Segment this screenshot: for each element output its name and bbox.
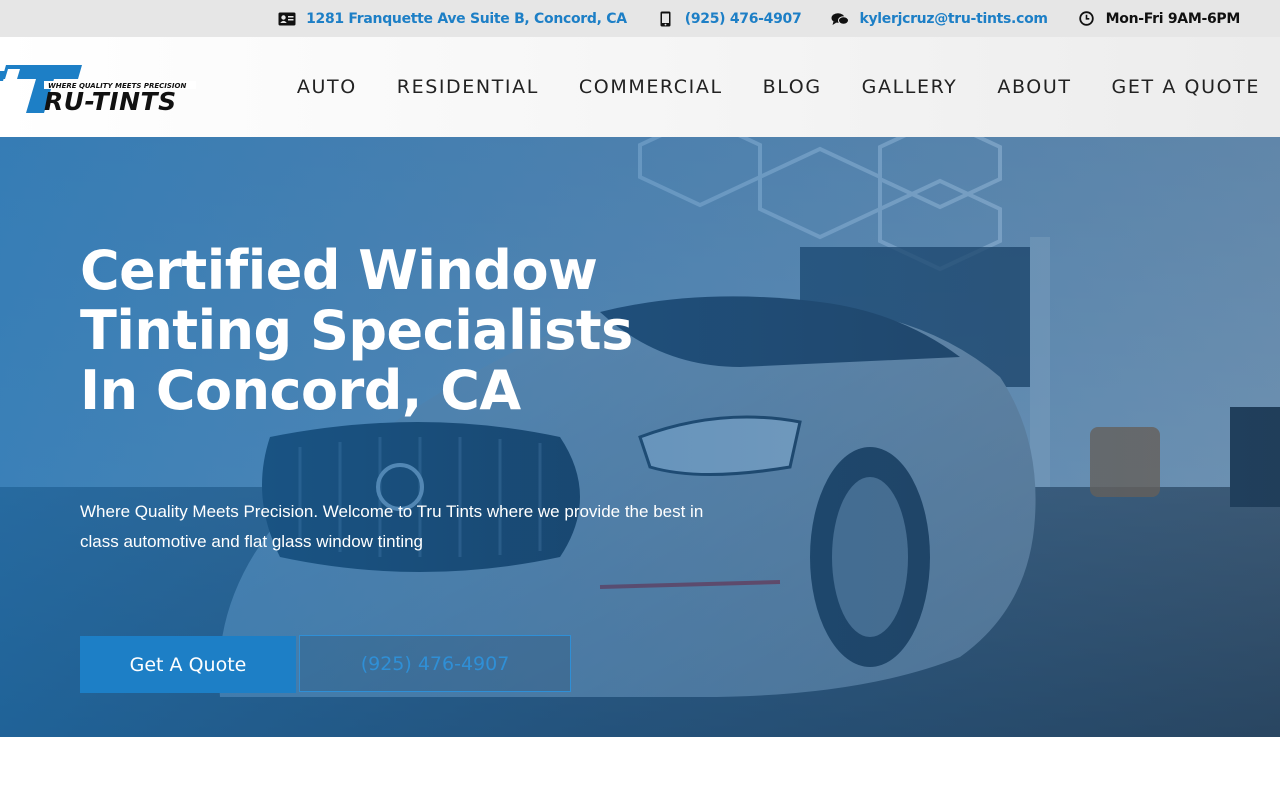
nav-item-residential[interactable]: RESIDENTIAL [397,76,539,98]
clock-icon [1078,10,1096,28]
hero-title-line-3: In Concord, CA [80,359,521,422]
hero-title-line-1: Certified Window [80,239,598,302]
site-header: WHERE QUALITY MEETS PRECISION RU-TINTS A… [0,37,1280,137]
email-info[interactable]: kylerjcruz@tru-tints.com [831,10,1048,28]
hero-title-line-2: Tinting Specialists [80,299,633,362]
nav-item-auto[interactable]: AUTO [297,76,357,98]
chat-bubbles-icon [831,10,850,28]
tru-tints-logo[interactable]: WHERE QUALITY MEETS PRECISION RU-TINTS [0,65,200,116]
nav-item-get-a-quote[interactable]: GET A QUOTE [1112,76,1260,98]
hero-title: Certified Window Tinting Specialists In … [80,241,720,421]
id-card-icon [278,10,296,28]
logo-wordmark: RU-TINTS [44,87,177,113]
hours-info: Mon-Fri 9AM-6PM [1078,10,1240,28]
call-phone-button[interactable]: (925) 476-4907 [299,635,571,692]
phone-info[interactable]: (925) 476-4907 [657,10,802,28]
business-hours: Mon-Fri 9AM-6PM [1105,10,1241,27]
mobile-phone-icon [657,10,675,28]
content-below-hero [0,737,1280,800]
top-info-bar: 1281 Franquette Ave Suite B, Concord, CA… [0,0,1280,37]
hero-section: Certified Window Tinting Specialists In … [0,137,1280,737]
email-link[interactable]: kylerjcruz@tru-tints.com [859,11,1048,27]
main-nav: AUTO RESIDENTIAL COMMERCIAL BLOG GALLERY… [297,37,1260,137]
nav-item-blog[interactable]: BLOG [763,76,822,98]
phone-link[interactable]: (925) 476-4907 [685,11,802,27]
hero-subtitle: Where Quality Meets Precision. Welcome t… [80,502,704,551]
address-link[interactable]: 1281 Franquette Ave Suite B, Concord, CA [306,11,627,27]
nav-item-gallery[interactable]: GALLERY [862,76,958,98]
address-info[interactable]: 1281 Franquette Ave Suite B, Concord, CA [278,10,627,28]
nav-item-commercial[interactable]: COMMERCIAL [579,76,723,98]
nav-item-about[interactable]: ABOUT [997,76,1071,98]
get-a-quote-button[interactable]: Get A Quote [80,636,296,693]
